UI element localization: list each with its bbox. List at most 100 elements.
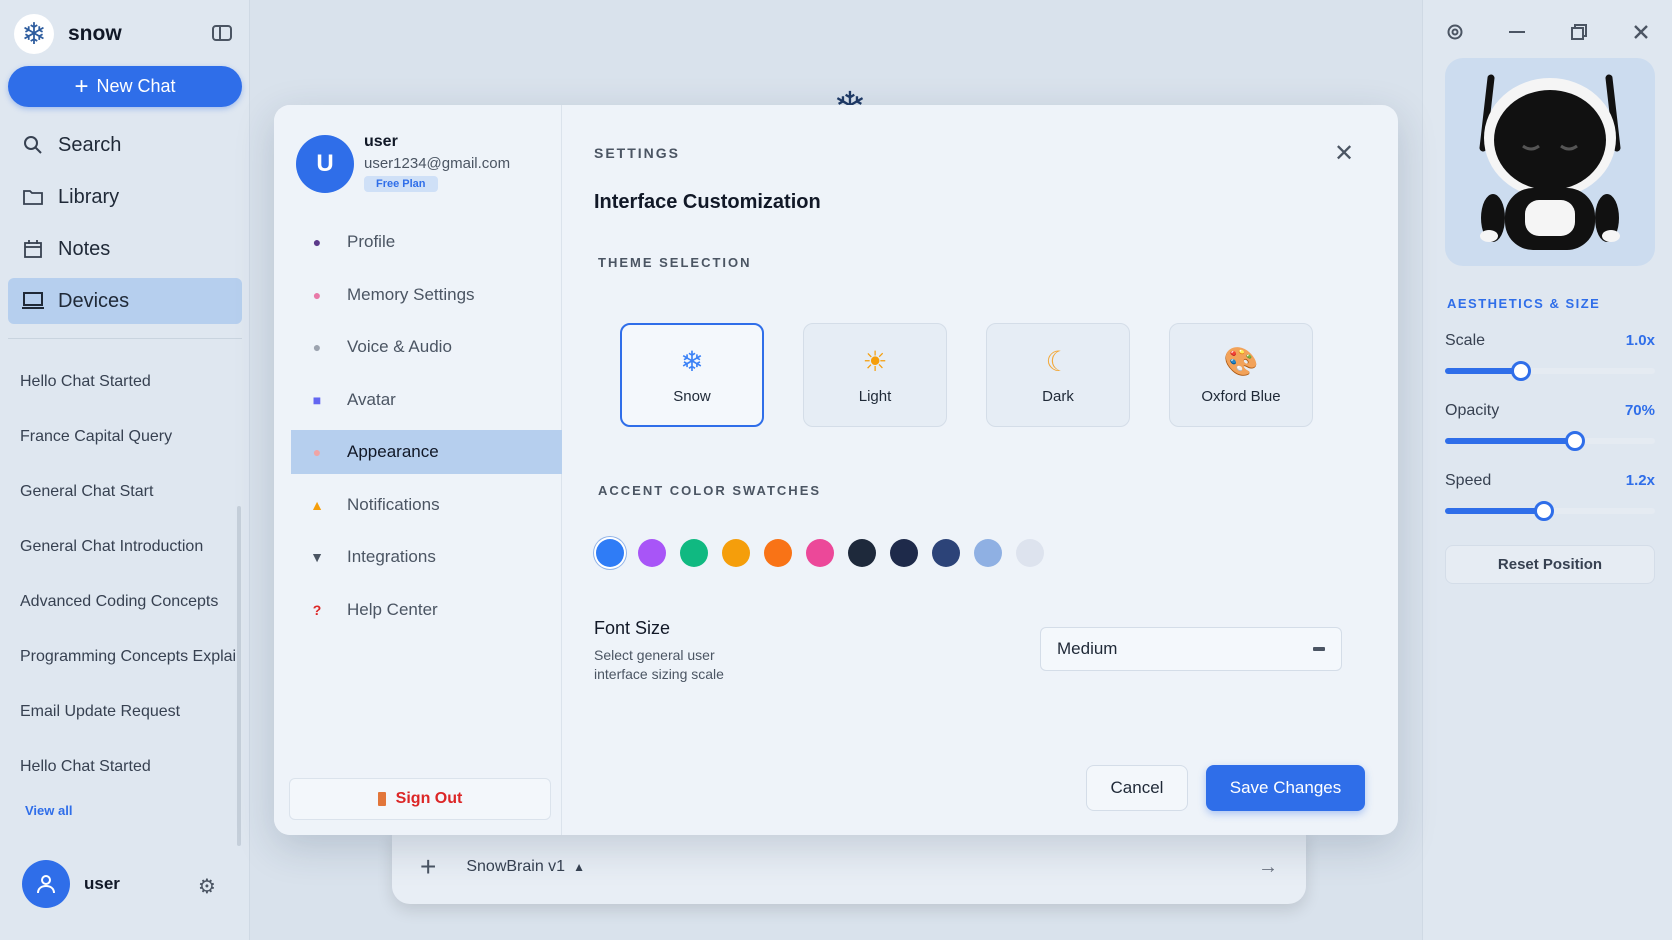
scale-slider-thumb[interactable] — [1510, 361, 1531, 381]
menu-item-memory[interactable]: ● Memory Settings — [291, 273, 562, 317]
brain-icon: ● — [312, 286, 322, 303]
menu-item-voice[interactable]: ● Voice & Audio — [291, 325, 562, 369]
swatch-pink[interactable] — [806, 539, 834, 567]
settings-modal: U user user1234@gmail.com Free Plan ● Pr… — [274, 105, 1398, 835]
sidebar-scrollbar[interactable] — [237, 506, 241, 846]
sidebar-item-library[interactable]: Library — [8, 174, 242, 220]
plug-icon: ▼ — [310, 549, 324, 565]
folder-icon — [22, 186, 44, 208]
opacity-slider[interactable] — [1445, 431, 1655, 451]
person-icon: ● — [312, 234, 322, 250]
menu-item-label: Appearance — [347, 442, 439, 461]
scale-slider-row: Scale 1.0x — [1445, 332, 1655, 381]
menu-item-label: Help Center — [347, 599, 438, 619]
sidebar-item-search[interactable]: Search — [8, 122, 242, 168]
sun-icon: ☀ — [862, 345, 888, 377]
profile-card: U user user1234@gmail.com Free Plan — [296, 133, 510, 193]
speed-slider[interactable] — [1445, 501, 1655, 521]
opacity-slider-thumb[interactable] — [1565, 431, 1586, 451]
restore-icon[interactable] — [1567, 20, 1591, 44]
menu-item-help[interactable]: ? Help Center — [291, 588, 562, 632]
microphone-icon: ● — [312, 339, 322, 355]
swatch-oxford[interactable] — [932, 539, 960, 567]
save-button[interactable]: Save Changes — [1206, 765, 1365, 811]
menu-item-avatar[interactable]: ■ Avatar — [291, 378, 562, 422]
close-icon[interactable]: ✕ — [1334, 139, 1354, 168]
menu-item-appearance[interactable]: ● Appearance — [291, 430, 562, 474]
minimize-icon[interactable] — [1505, 20, 1529, 44]
settings-content: SETTINGS ✕ Interface Customization THEME… — [562, 105, 1398, 835]
speed-slider-fill — [1445, 508, 1544, 514]
theme-oxford-blue[interactable]: 🎨 Oxford Blue — [1169, 323, 1313, 427]
close-icon[interactable] — [1629, 20, 1653, 44]
swatch-blue[interactable] — [596, 539, 624, 567]
history-item[interactable]: France Capital Query — [20, 409, 235, 464]
model-selector[interactable]: SnowBrain v1 ▲ — [466, 858, 585, 876]
history-item[interactable]: Advanced Coding Concepts — [20, 574, 235, 629]
search-icon — [22, 134, 44, 156]
font-size-select[interactable]: Medium — [1040, 627, 1342, 671]
opacity-slider-fill — [1445, 438, 1576, 444]
sidebar-item-devices[interactable]: Devices — [8, 278, 242, 324]
plus-icon: + — [74, 72, 89, 100]
menu-item-label: Profile — [347, 232, 396, 251]
brand-name: snow — [68, 22, 122, 45]
theme-label: Dark — [1042, 387, 1074, 405]
robot-avatar[interactable] — [1445, 58, 1655, 266]
reset-position-button[interactable]: Reset Position — [1445, 545, 1655, 584]
theme-snow[interactable]: ❄ Snow — [620, 323, 764, 427]
history-item[interactable]: Programming Concepts Explai — [20, 629, 235, 684]
plus-icon[interactable]: + — [420, 851, 436, 883]
font-size-label: Font Size — [594, 618, 671, 638]
chevron-down-icon — [1313, 647, 1325, 651]
speed-slider-row: Speed 1.2x — [1445, 472, 1655, 521]
chevron-up-icon: ▲ — [573, 860, 585, 874]
sidebar-item-label: Library — [58, 185, 120, 208]
sidebar-item-notes[interactable]: Notes — [8, 226, 242, 272]
gear-icon[interactable]: ⚙ — [198, 874, 216, 899]
snowflake-logo-icon: ❄ — [14, 14, 54, 54]
moon-icon: ☾ — [1045, 345, 1071, 377]
swatch-slate[interactable] — [848, 539, 876, 567]
swatch-navy[interactable] — [890, 539, 918, 567]
speed-value: 1.2x — [1625, 472, 1655, 489]
history-item[interactable]: General Chat Introduction — [20, 519, 235, 574]
swatch-orange[interactable] — [764, 539, 792, 567]
sidebar-user[interactable]: user — [22, 860, 120, 908]
menu-item-profile[interactable]: ● Profile — [291, 220, 562, 264]
new-chat-button[interactable]: + New Chat — [8, 66, 242, 107]
view-all-link[interactable]: View all — [25, 803, 72, 818]
brand: ❄ snow — [14, 14, 122, 54]
history-item[interactable]: Email Update Request — [20, 684, 235, 739]
menu-item-integrations[interactable]: ▼ Integrations — [291, 535, 562, 579]
cancel-button[interactable]: Cancel — [1086, 765, 1188, 811]
font-size-value: Medium — [1057, 639, 1118, 658]
sidebar-username: user — [84, 874, 120, 893]
sidebar-item-label: Notes — [58, 237, 111, 260]
robot-icon: ■ — [312, 391, 322, 408]
swatch-purple[interactable] — [638, 539, 666, 567]
swatch-amber[interactable] — [722, 539, 750, 567]
swatch-green[interactable] — [680, 539, 708, 567]
palette-icon: 🎨 — [1223, 345, 1259, 377]
theme-light[interactable]: ☀ Light — [803, 323, 947, 427]
menu-item-label: Notifications — [347, 494, 440, 514]
sidebar-item-label: Devices — [58, 289, 130, 312]
swatch-mist[interactable] — [1016, 539, 1044, 567]
menu-item-notifications[interactable]: ▲ Notifications — [291, 483, 562, 527]
menu-item-label: Integrations — [347, 547, 436, 566]
scale-slider[interactable] — [1445, 361, 1655, 381]
swatch-sky[interactable] — [974, 539, 1002, 567]
theme-dark[interactable]: ☾ Dark — [986, 323, 1130, 427]
sidebar-toggle-icon[interactable] — [212, 25, 232, 41]
history-item[interactable]: Hello Chat Started — [20, 354, 235, 409]
aesthetics-section-label: AESTHETICS & SIZE — [1447, 296, 1601, 311]
history-item[interactable]: General Chat Start — [20, 464, 235, 519]
send-arrow-icon[interactable]: → — [1258, 856, 1278, 879]
sign-out-button[interactable]: Sign Out — [289, 778, 551, 820]
history-item[interactable]: Hello Chat Started — [20, 739, 235, 794]
speed-slider-thumb[interactable] — [1533, 501, 1554, 521]
window-controls — [1443, 20, 1653, 44]
settings-cog-icon[interactable] — [1443, 20, 1467, 44]
settings-menu: ● Profile ● Memory Settings ● Voice & Au… — [291, 220, 562, 640]
